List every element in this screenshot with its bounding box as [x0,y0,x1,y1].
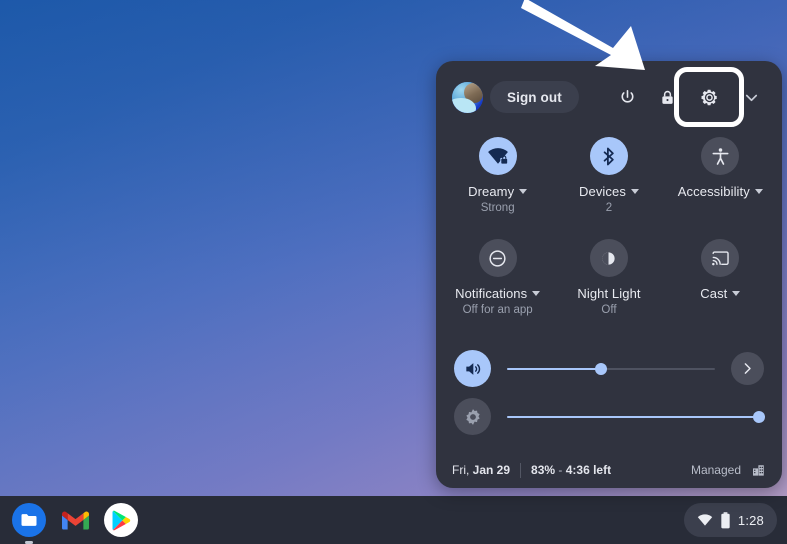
system-tray[interactable]: 1:28 [683,503,777,537]
tile-cast[interactable]: Cast [665,235,776,316]
bluetooth-icon [604,147,615,165]
tile-bluetooth-sublabel: 2 [605,202,613,214]
tile-accessibility-label-row: Accessibility [678,184,763,199]
tile-network-sublabel: Strong [480,202,515,214]
volume-slider-fill [507,367,601,370]
date-weekday: Fri, [452,463,473,477]
collapse-button[interactable] [735,81,768,114]
tile-night-light[interactable]: Night Light Off [553,235,664,316]
tile-bluetooth-label-row: Devices [579,184,639,199]
tile-night-light-label: Night Light [577,286,641,301]
tile-bluetooth-label: Devices [579,184,626,199]
night-light-icon-wrap [589,239,628,277]
battery-time-left: 4:36 left [565,463,612,477]
cast-icon [711,250,729,265]
user-avatar[interactable] [452,81,483,113]
brightness-slider-fill [507,415,759,418]
volume-expand-button[interactable] [731,352,764,385]
wifi-locked-icon-wrap [478,137,517,175]
battery-status[interactable]: 83% - 4:36 left [531,463,611,477]
quick-settings-tiles-row-1: Dreamy Strong Devices 2 Accessibility [436,133,782,214]
chevron-down-icon[interactable] [754,189,763,194]
chevron-down-icon[interactable] [519,189,528,194]
play-store-icon [112,510,131,530]
clock-label: 1:28 [737,512,764,528]
volume-up-icon [465,362,480,375]
battery-separator: - [555,463,566,477]
chevron-down-icon[interactable] [532,291,541,296]
cast-icon-wrap [701,239,740,277]
date-label[interactable]: Fri, Jan 29 [452,463,510,477]
do-not-disturb-icon-wrap [478,239,517,277]
brightness-slider-row [436,398,782,435]
do-not-disturb-icon [489,249,506,267]
tile-night-light-sublabel: Off [601,304,617,316]
quick-settings-tiles-row-2: Notifications Off for an app Night Light… [436,235,782,316]
tile-notifications[interactable]: Notifications Off for an app [442,235,553,316]
quick-settings-panel: Sign out Dreamy Strong Devices 2 Accessi… [436,61,782,488]
power-icon [621,89,634,103]
tile-notifications-label-row: Notifications [455,286,541,301]
shelf-app-list [0,503,138,544]
chevron-right-icon [744,363,751,374]
brightness-slider[interactable] [507,408,765,426]
tile-bluetooth[interactable]: Devices 2 [553,133,664,214]
night-light-icon [602,251,616,265]
lock-button[interactable] [651,81,684,114]
tile-network-label: Dreamy [468,184,515,199]
wifi-icon [697,514,713,526]
files-app[interactable] [12,503,46,544]
wifi-locked-icon [487,148,508,165]
quick-settings-header: Sign out [436,61,782,133]
quick-settings-footer: Fri, Jan 29 83% - 4:36 left Managed [436,452,782,488]
tile-notifications-sublabel: Off for an app [462,304,533,316]
power-button[interactable] [611,81,644,114]
tile-accessibility[interactable]: Accessibility [665,133,776,214]
volume-slider-knob[interactable] [594,362,607,375]
footer-divider [520,462,522,478]
battery-icon [721,511,730,528]
lock-icon [662,90,673,104]
folder-icon [21,514,37,526]
settings-button[interactable] [674,66,744,127]
tile-cast-label-row: Cast [700,286,741,301]
tile-network[interactable]: Dreamy Strong [442,133,553,214]
accessibility-icon [712,147,729,165]
brightness-button[interactable] [454,398,491,435]
volume-slider-row [436,350,782,387]
chevron-down-icon[interactable] [630,189,639,194]
chevron-down-icon[interactable] [732,291,741,296]
managed-label[interactable]: Managed [691,463,741,477]
gmail-icon [61,511,89,530]
gmail-app[interactable] [58,503,92,537]
volume-slider[interactable] [507,360,715,378]
enterprise-building-icon[interactable] [751,463,766,478]
shelf: 1:28 [0,496,787,544]
tile-cast-label: Cast [700,286,728,301]
tile-night-light-label-row: Night Light [577,286,640,301]
battery-percent: 83% [531,463,556,477]
play-store-app[interactable] [104,503,138,537]
volume-button[interactable] [454,350,491,387]
brightness-icon [465,408,480,425]
date-value: Jan 29 [472,463,511,477]
accessibility-icon-wrap [701,137,740,175]
tile-network-label-row: Dreamy [468,184,528,199]
chevron-down-icon [745,94,758,101]
tile-notifications-label: Notifications [455,286,528,301]
brightness-slider-knob[interactable] [752,410,765,423]
tile-accessibility-label: Accessibility [677,184,750,199]
sign-out-button[interactable]: Sign out [490,81,579,113]
gear-icon [701,89,717,105]
bluetooth-icon-wrap [589,137,628,175]
